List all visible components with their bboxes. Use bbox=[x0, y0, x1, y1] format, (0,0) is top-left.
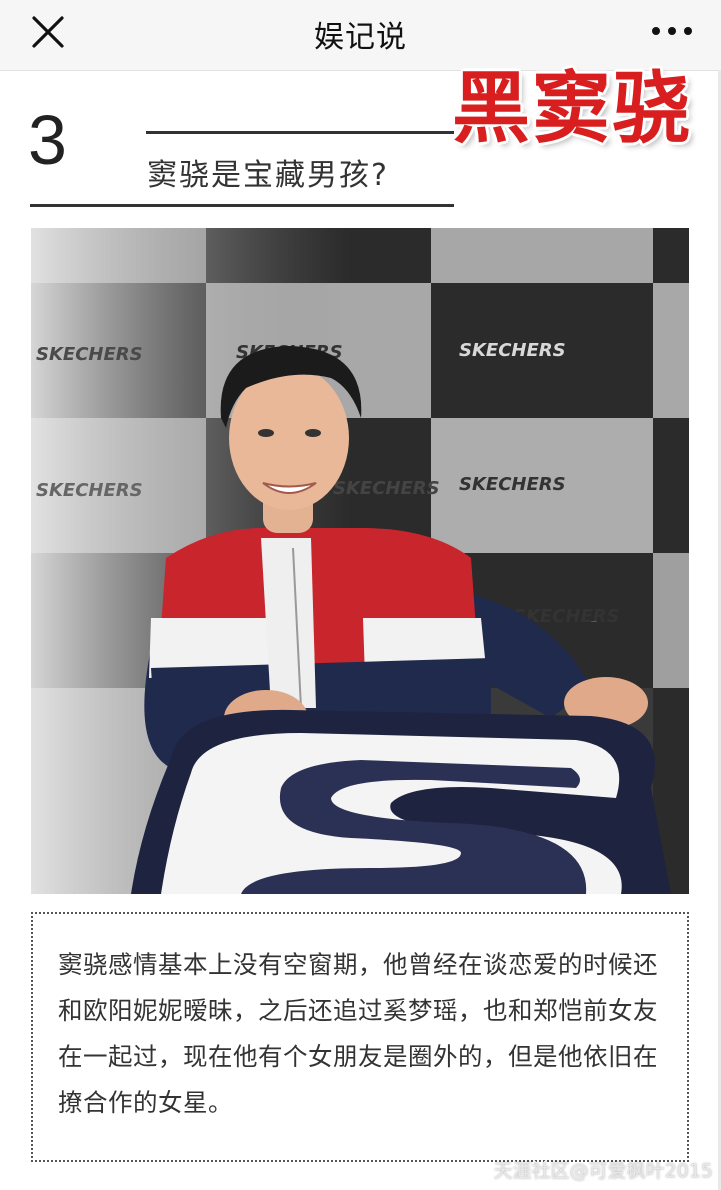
brand-text: SKECHERS bbox=[459, 474, 566, 495]
brand-text: SKECHERS bbox=[36, 480, 143, 501]
header-divider-bottom bbox=[30, 204, 454, 207]
brand-text: SKECHERS bbox=[459, 340, 566, 361]
header-divider-top bbox=[146, 131, 454, 134]
more-dots-icon bbox=[645, 27, 699, 50]
top-navigation-bar: 娱记说 bbox=[0, 0, 721, 71]
logo-board bbox=[131, 709, 671, 894]
brand-text: SKECHERS bbox=[333, 478, 440, 499]
brand-text: SKECHERS bbox=[591, 621, 597, 623]
page-title: 娱记说 bbox=[314, 20, 407, 55]
brand-text: SKECHERS bbox=[36, 344, 143, 365]
caption-text: 窦骁感情基本上没有空窗期，他曾经在谈恋爱的时候还和欧阳妮妮暧昧，之后还追过奚梦瑶… bbox=[58, 950, 658, 1117]
name-tag: 黑窦骁 bbox=[452, 64, 693, 154]
article-photo[interactable]: SKECHERS SKECHERS SKECHERS SKECHERS SKEC… bbox=[31, 228, 689, 894]
section-title: 窦骁是宝藏男孩? bbox=[147, 158, 389, 193]
caption-box: 窦骁感情基本上没有空窗期，他曾经在谈恋爱的时候还和欧阳妮妮暧昧，之后还追过奚梦瑶… bbox=[31, 912, 689, 1162]
section-number: 3 bbox=[28, 101, 67, 179]
watermark: 天涯社区@可爱枫叶2015 bbox=[493, 1160, 713, 1182]
more-options-button[interactable] bbox=[645, 16, 699, 46]
